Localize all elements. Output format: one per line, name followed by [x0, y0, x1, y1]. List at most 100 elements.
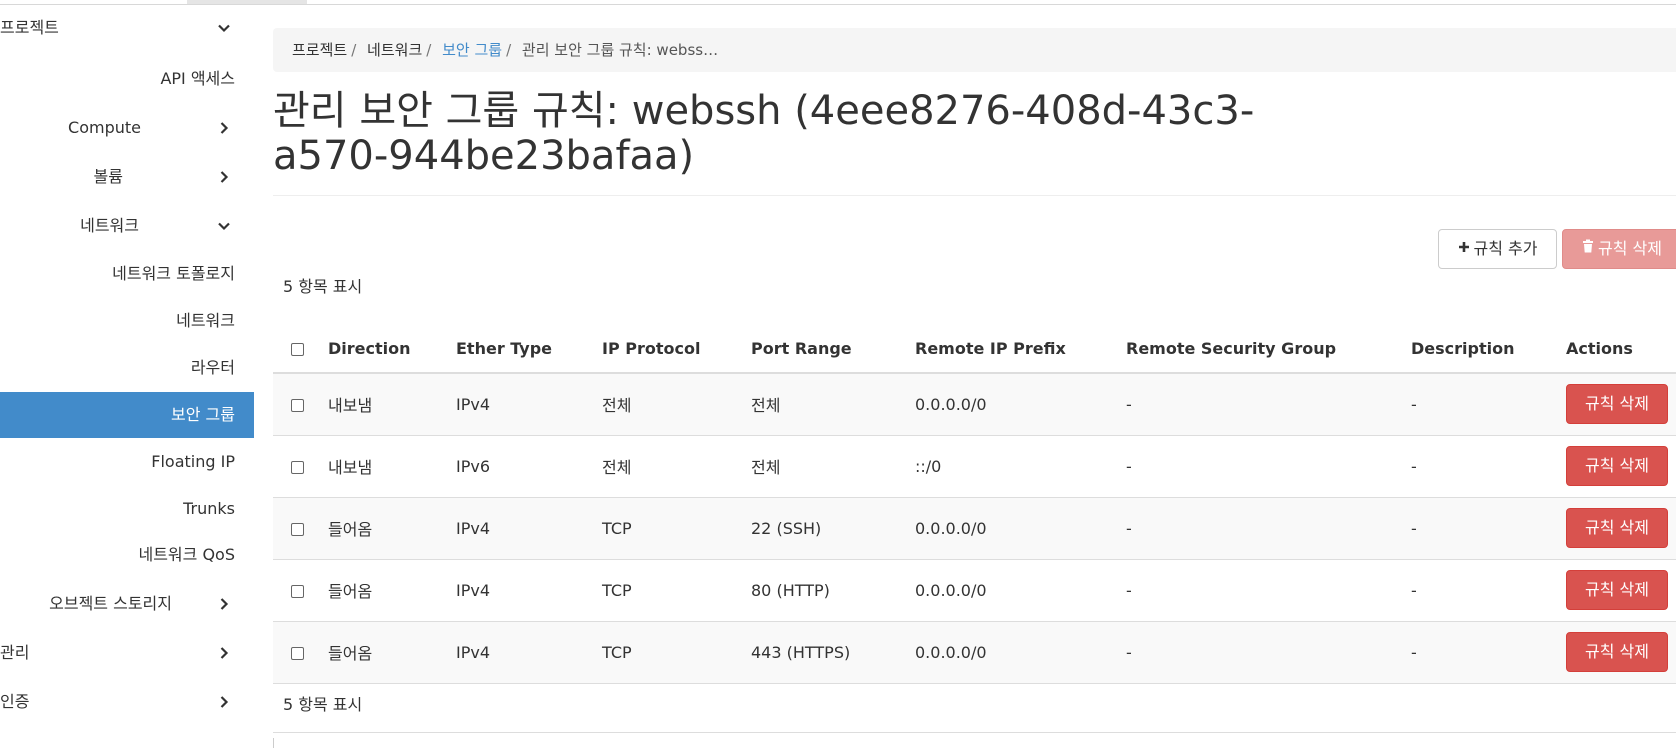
row-select-cell	[273, 621, 328, 684]
cell-direction: 들어옴	[328, 497, 456, 560]
delete-rule-button[interactable]: 규칙 삭제	[1566, 446, 1668, 486]
delete-rule-button[interactable]: 규칙 삭제	[1566, 508, 1668, 548]
cell-port-range: 80 (HTTP)	[751, 559, 915, 622]
top-tab-hint	[187, 0, 307, 4]
sidebar-item-network[interactable]: 네트워크	[0, 203, 254, 249]
select-all-checkbox[interactable]	[291, 343, 304, 356]
breadcrumb-item-current: 관리 보안 그룹 규칙: webss…	[521, 41, 719, 59]
column-header-ether-type[interactable]: Ether Type	[456, 325, 602, 374]
sidebar-item-label: 오브젝트 스토리지	[49, 594, 172, 613]
column-header-direction[interactable]: Direction	[328, 325, 456, 374]
sidebar-item-label: 프로젝트	[0, 18, 59, 37]
item-count-bottom: 5 항목 표시	[283, 695, 363, 714]
cell-ip-protocol: TCP	[602, 621, 751, 684]
column-header-ip-protocol[interactable]: IP Protocol	[602, 325, 751, 374]
footer-divider	[273, 732, 1676, 733]
sidebar-item-label: Trunks	[183, 499, 235, 518]
cell-remote-ip-prefix: 0.0.0.0/0	[915, 559, 1126, 622]
breadcrumb-separator: /	[426, 41, 432, 59]
sidebar-item-label: 네트워크 QoS	[138, 545, 235, 564]
sidebar-item-networks[interactable]: 네트워크	[0, 298, 254, 344]
sidebar-item-network-topology[interactable]: 네트워크 토폴로지	[0, 251, 254, 297]
breadcrumb-item-network[interactable]: 네트워크	[367, 41, 422, 59]
row-checkbox[interactable]	[291, 398, 304, 412]
column-header-actions: Actions	[1566, 325, 1676, 374]
main-content: 프로젝트 / 네트워크 / 보안 그룹 / 관리 보안 그룹 규칙: webss… 관…	[273, 5, 1676, 748]
sidebar-item-admin[interactable]: 관리	[0, 630, 254, 676]
cell-description: -	[1411, 559, 1566, 622]
cell-port-range: 전체	[751, 373, 915, 436]
cell-remote-security-group: -	[1126, 621, 1411, 684]
column-header-description[interactable]: Description	[1411, 325, 1566, 374]
sidebar-item-network-qos[interactable]: 네트워크 QoS	[0, 532, 254, 578]
cell-remote-ip-prefix: 0.0.0.0/0	[915, 497, 1126, 560]
table-row: 들어옴 IPv4 TCP 22 (SSH) 0.0.0.0/0 - - 규칙 삭…	[273, 497, 1676, 560]
column-header-port-range[interactable]: Port Range	[751, 325, 915, 374]
sidebar-item-project[interactable]: 프로젝트	[0, 5, 254, 51]
select-all-cell	[273, 325, 328, 374]
cell-ether-type: IPv6	[456, 435, 602, 498]
cell-ether-type: IPv4	[456, 559, 602, 622]
chevron-down-icon	[216, 218, 232, 234]
delete-rule-button[interactable]: 규칙 삭제	[1566, 570, 1668, 610]
cell-remote-security-group: -	[1126, 435, 1411, 498]
cell-direction: 내보냄	[328, 435, 456, 498]
delete-rules-label: 규칙 삭제	[1598, 239, 1662, 258]
sidebar-item-label: 볼륨	[93, 167, 123, 186]
row-checkbox[interactable]	[291, 522, 304, 536]
chevron-right-icon	[216, 694, 232, 710]
row-checkbox[interactable]	[291, 646, 304, 660]
title-divider	[273, 195, 1676, 196]
cell-remote-security-group: -	[1126, 559, 1411, 622]
cell-actions: 규칙 삭제	[1566, 559, 1676, 622]
cell-ether-type: IPv4	[456, 497, 602, 560]
cell-remote-ip-prefix: 0.0.0.0/0	[915, 621, 1126, 684]
sidebar-item-floating-ip[interactable]: Floating IP	[0, 439, 254, 485]
breadcrumb-item-security-groups[interactable]: 보안 그룹	[442, 41, 502, 59]
row-checkbox[interactable]	[291, 460, 304, 474]
footer-edge	[273, 738, 274, 748]
sidebar-item-compute[interactable]: Compute	[0, 105, 254, 151]
chevron-right-icon	[216, 596, 232, 612]
cell-description: -	[1411, 621, 1566, 684]
delete-rule-button[interactable]: 규칙 삭제	[1566, 632, 1668, 672]
add-rule-button[interactable]: 규칙 추가	[1438, 229, 1557, 269]
page-title-line1: 관리 보안 그룹 규칙: webssh (4eee8276-408d-43c3-	[273, 88, 1255, 134]
breadcrumb-item-project[interactable]: 프로젝트	[292, 41, 347, 59]
sidebar-item-label: Compute	[68, 118, 141, 137]
sidebar-item-label: 네트워크	[176, 311, 235, 330]
chevron-right-icon	[216, 169, 232, 185]
sidebar-item-api-access[interactable]: API 액세스	[0, 56, 254, 102]
sidebar-item-label: 관리	[0, 643, 30, 662]
table-row: 들어옴 IPv4 TCP 443 (HTTPS) 0.0.0.0/0 - - 규…	[273, 621, 1676, 684]
item-count-top: 5 항목 표시	[283, 277, 363, 296]
cell-actions: 규칙 삭제	[1566, 373, 1676, 436]
cell-remote-ip-prefix: ::/0	[915, 435, 1126, 498]
cell-actions: 규칙 삭제	[1566, 435, 1676, 498]
cell-description: -	[1411, 373, 1566, 436]
page-title-line2: a570-944be23bafaa)	[273, 133, 695, 179]
sidebar-item-object-storage[interactable]: 오브젝트 스토리지	[0, 581, 254, 627]
cell-port-range: 전체	[751, 435, 915, 498]
sidebar-item-label: 인증	[0, 692, 30, 711]
delete-rules-button[interactable]: 규칙 삭제	[1562, 229, 1676, 269]
sidebar-item-router[interactable]: 라우터	[0, 345, 254, 391]
chevron-right-icon	[216, 645, 232, 661]
sidebar-item-identity[interactable]: 인증	[0, 679, 254, 725]
cell-description: -	[1411, 497, 1566, 560]
cell-remote-security-group: -	[1126, 497, 1411, 560]
page-title: 관리 보안 그룹 규칙: webssh (4eee8276-408d-43c3-…	[273, 89, 1273, 179]
delete-rule-button[interactable]: 규칙 삭제	[1566, 384, 1668, 425]
sidebar-item-volume[interactable]: 볼륨	[0, 154, 254, 200]
breadcrumb: 프로젝트 / 네트워크 / 보안 그룹 / 관리 보안 그룹 규칙: webss…	[273, 28, 1676, 72]
sidebar-item-security-groups[interactable]: 보안 그룹	[0, 392, 254, 438]
cell-description: -	[1411, 435, 1566, 498]
sidebar-item-trunks[interactable]: Trunks	[0, 486, 254, 532]
row-checkbox[interactable]	[291, 584, 304, 598]
cell-ip-protocol: 전체	[602, 435, 751, 498]
column-header-remote-security-group[interactable]: Remote Security Group	[1126, 325, 1411, 374]
add-rule-label: 규칙 추가	[1473, 239, 1538, 258]
breadcrumb-separator: /	[351, 41, 357, 59]
table-row: 들어옴 IPv4 TCP 80 (HTTP) 0.0.0.0/0 - - 규칙 …	[273, 559, 1676, 622]
column-header-remote-ip-prefix[interactable]: Remote IP Prefix	[915, 325, 1126, 374]
